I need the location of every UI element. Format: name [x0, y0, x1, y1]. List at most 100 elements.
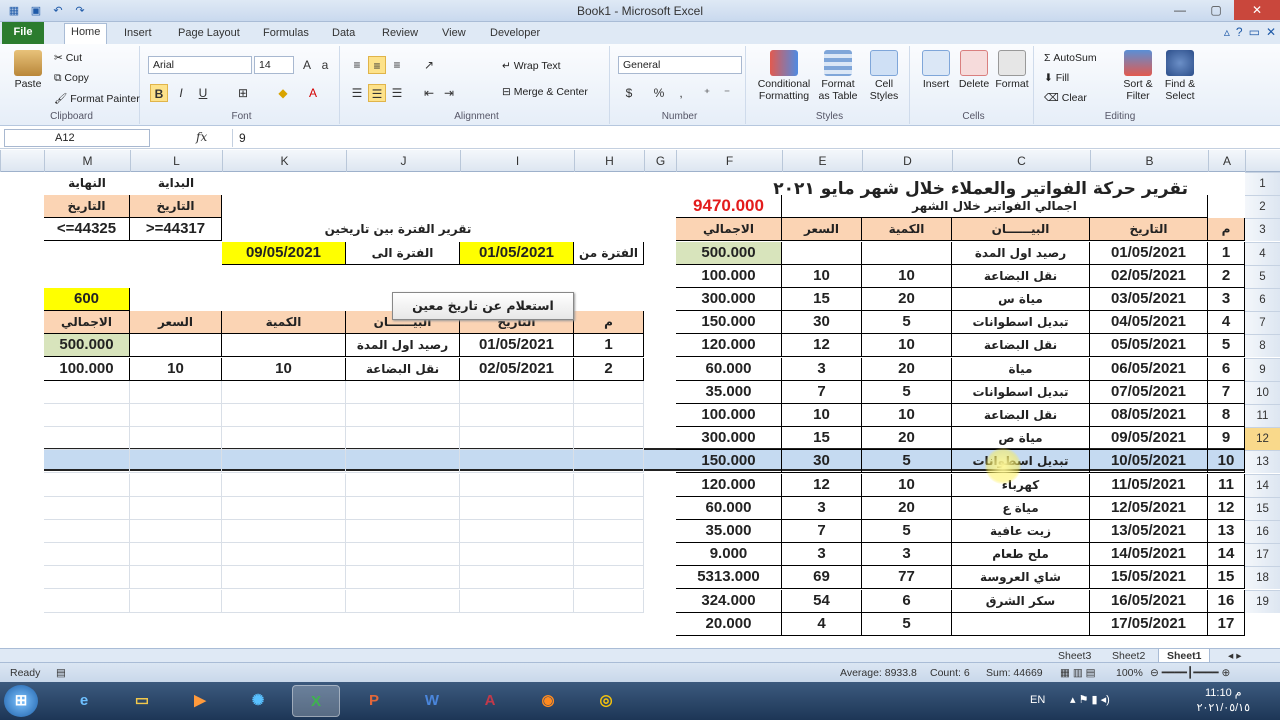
row-header-12[interactable]: 12 — [1245, 427, 1280, 451]
table-row-total[interactable]: 150.000 — [676, 450, 782, 474]
currency-icon[interactable]: $ — [620, 84, 638, 102]
table-row-date[interactable]: 05/05/2021 — [1090, 334, 1208, 358]
table-row-desc[interactable]: مياة — [952, 357, 1090, 381]
empty-cell[interactable] — [574, 566, 644, 590]
table-row-no[interactable]: 16 — [1208, 589, 1245, 613]
report-row-desc[interactable]: نقل البضاعة — [346, 357, 460, 381]
table-row-price[interactable]: 15 — [782, 427, 862, 451]
empty-cell[interactable] — [130, 404, 222, 427]
row-header-19[interactable]: 19 — [1245, 589, 1280, 613]
copy-button[interactable]: ⧉ Copy — [54, 72, 89, 85]
empty-cell[interactable] — [460, 589, 574, 613]
table-row-no[interactable]: 7 — [1208, 380, 1245, 404]
row-header-7[interactable]: 7 — [1245, 311, 1280, 335]
empty-cell[interactable] — [574, 450, 644, 474]
empty-cell[interactable] — [222, 589, 346, 613]
report-header-no[interactable]: م — [574, 311, 644, 335]
increase-decimal-icon[interactable]: ⁺ — [698, 84, 716, 102]
criteria-end-value[interactable]: <=44325 — [44, 218, 130, 242]
tab-insert[interactable]: Insert — [118, 25, 158, 41]
conditional-formatting-button[interactable]: Conditional Formatting — [754, 50, 814, 102]
minimize-icon[interactable]: — — [1162, 0, 1198, 20]
table-row-date[interactable]: 14/05/2021 — [1090, 543, 1208, 567]
table-row-total[interactable]: 9.000 — [676, 543, 782, 567]
empty-cell[interactable] — [574, 404, 644, 427]
bold-button[interactable]: B — [150, 84, 168, 102]
zoom-slider[interactable]: ⊖ ━━━━┃━━━━ ⊕ — [1150, 667, 1230, 679]
close-icon[interactable]: ✕ — [1234, 0, 1280, 20]
insert-function-icon[interactable]: fx — [196, 130, 207, 144]
empty-cell[interactable] — [574, 589, 644, 613]
grand-total-label[interactable]: اجمالي الفواتير خلال الشهر — [782, 195, 1208, 219]
table-row-date[interactable]: 13/05/2021 — [1090, 520, 1208, 543]
clock[interactable]: 11:10 م ٢٠٢١/٠٥/١٥ — [1197, 686, 1250, 716]
tab-developer[interactable]: Developer — [484, 25, 546, 41]
column-header-j[interactable]: J — [346, 150, 460, 172]
sheet-tab-sheet3[interactable]: Sheet3 — [1050, 649, 1099, 663]
report-row-total[interactable]: 100.000 — [44, 357, 130, 381]
empty-cell[interactable] — [460, 427, 574, 451]
column-header-e[interactable]: E — [782, 150, 862, 172]
header-date[interactable]: التاريخ — [1090, 218, 1208, 242]
view-buttons-icon[interactable]: ▦ ▥ ▤ — [1060, 667, 1096, 679]
report-header-qty[interactable]: الكمية — [222, 311, 346, 335]
table-row-desc[interactable]: مياة ع — [952, 496, 1090, 520]
table-row-date[interactable]: 17/05/2021 — [1090, 612, 1208, 636]
table-row-price[interactable] — [782, 241, 862, 265]
table-row-price[interactable]: 10 — [782, 404, 862, 427]
table-row-price[interactable]: 3 — [782, 357, 862, 381]
table-row-total[interactable]: 150.000 — [676, 311, 782, 335]
format-cells-button[interactable]: Format — [990, 50, 1034, 90]
underline-button[interactable]: U — [194, 84, 212, 102]
table-row-desc[interactable]: شاي العروسة — [952, 566, 1090, 590]
wrap-text-button[interactable]: ↵ Wrap Text — [502, 60, 561, 72]
row-header-4[interactable]: 4 — [1245, 241, 1280, 265]
report-row-no[interactable]: 2 — [574, 357, 644, 381]
table-row-desc[interactable]: تبديل اسطوانات — [952, 380, 1090, 404]
empty-cell[interactable] — [460, 450, 574, 474]
sheet-nav-icon[interactable]: ◂ ▸ — [1220, 649, 1249, 663]
table-row-date[interactable]: 01/05/2021 — [1090, 241, 1208, 265]
report-row-desc[interactable]: رصيد اول المدة — [346, 334, 460, 358]
empty-cell[interactable] — [346, 520, 460, 543]
table-row-no[interactable]: 13 — [1208, 520, 1245, 543]
sort-filter-button[interactable]: Sort & Filter — [1116, 50, 1160, 102]
empty-cell[interactable] — [44, 473, 130, 497]
row-header-10[interactable]: 10 — [1245, 380, 1280, 404]
empty-cell[interactable] — [44, 520, 130, 543]
tab-data[interactable]: Data — [326, 25, 361, 41]
table-row-no[interactable]: 3 — [1208, 288, 1245, 311]
empty-cell[interactable] — [222, 380, 346, 404]
table-row-price[interactable]: 30 — [782, 450, 862, 474]
table-row-qty[interactable]: 20 — [862, 427, 952, 451]
empty-cell[interactable] — [130, 450, 222, 474]
media-player-icon[interactable]: ▶ — [176, 685, 224, 717]
row-header-9[interactable]: 9 — [1245, 357, 1280, 381]
row-header-14[interactable]: 14 — [1245, 473, 1280, 497]
empty-cell[interactable] — [574, 520, 644, 543]
access-icon[interactable]: A — [466, 685, 514, 717]
empty-cell[interactable] — [222, 473, 346, 497]
column-header-h[interactable]: H — [574, 150, 644, 172]
shrink-font-icon[interactable]: a — [316, 56, 334, 74]
table-row-price[interactable]: 7 — [782, 380, 862, 404]
table-row-price[interactable]: 12 — [782, 473, 862, 497]
row-header-3[interactable]: 3 — [1245, 218, 1280, 242]
table-row-no[interactable]: 14 — [1208, 543, 1245, 567]
period-to-label[interactable]: الفترة الى — [346, 241, 460, 265]
empty-cell[interactable] — [346, 380, 460, 404]
empty-cell[interactable] — [222, 450, 346, 474]
start-orb-icon[interactable]: ⊞ — [4, 685, 38, 717]
header-price[interactable]: السعر — [782, 218, 862, 242]
table-row-date[interactable]: 03/05/2021 — [1090, 288, 1208, 311]
table-row-price[interactable]: 12 — [782, 334, 862, 358]
empty-cell[interactable] — [130, 496, 222, 520]
table-row-desc[interactable]: نقل البضاعة — [952, 264, 1090, 288]
row-header-5[interactable]: 5 — [1245, 264, 1280, 288]
sheet-tab-sheet2[interactable]: Sheet2 — [1104, 649, 1153, 663]
table-row-price[interactable]: 30 — [782, 311, 862, 335]
word-icon[interactable]: W — [408, 685, 456, 717]
empty-cell[interactable] — [44, 589, 130, 613]
empty-cell[interactable] — [130, 589, 222, 613]
name-box[interactable]: A12 — [4, 129, 150, 147]
